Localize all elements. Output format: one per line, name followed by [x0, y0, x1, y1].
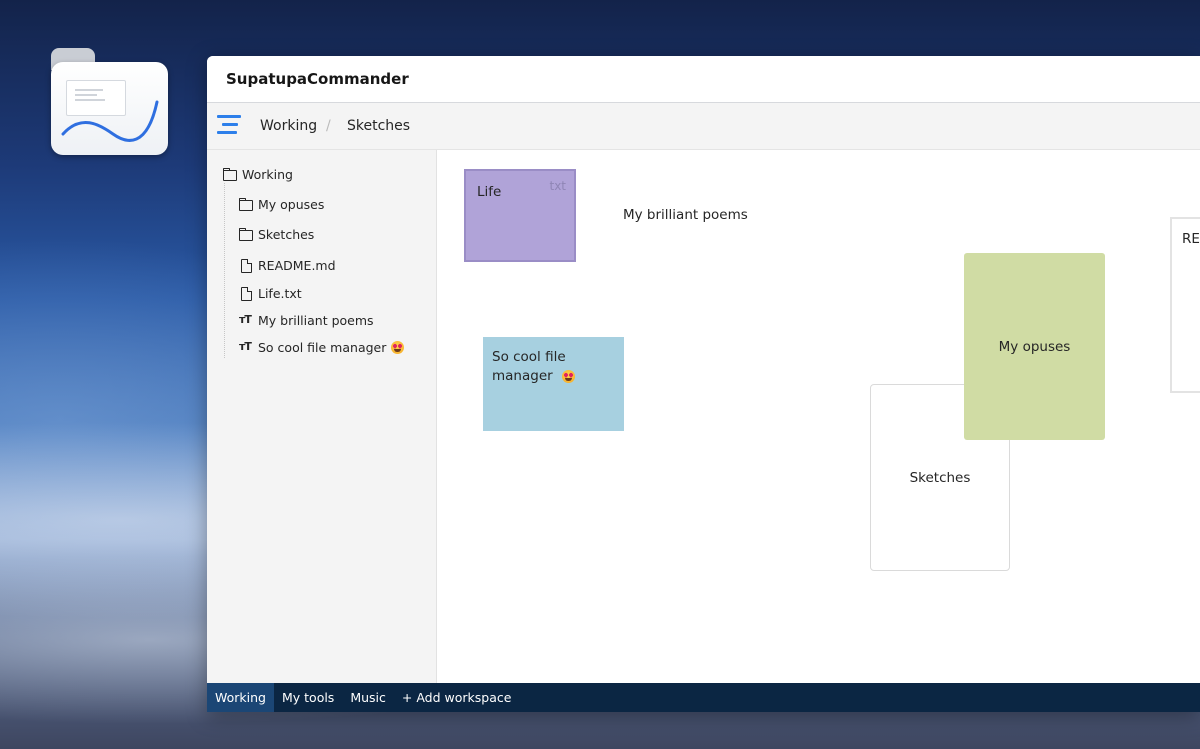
card-name: Life: [477, 184, 502, 200]
wave-icon: [61, 100, 159, 142]
add-workspace-button[interactable]: + Add workspace: [394, 683, 520, 712]
tree-item-my-brilliant-poems[interactable]: ᴛT My brilliant poems: [239, 310, 374, 330]
workspace-tab-music[interactable]: Music: [342, 683, 394, 712]
star-struck-emoji-icon: [561, 369, 575, 383]
tree-item-label: README.md: [258, 257, 336, 273]
tree-item-so-cool-file-manager[interactable]: ᴛT So cool file manager: [239, 337, 405, 357]
text-icon: ᴛT: [239, 313, 252, 326]
workspace-tab-my-tools[interactable]: My tools: [274, 683, 342, 712]
canvas[interactable]: Life txt My brilliant poems README md So…: [437, 150, 1200, 683]
card-my-opuses[interactable]: My opuses: [964, 253, 1105, 440]
tree-item-working[interactable]: Working: [223, 164, 293, 184]
card-name: Sketches: [909, 469, 971, 486]
card-so-cool-file-manager[interactable]: So cool file manager: [483, 337, 624, 431]
tree-item-sketches[interactable]: Sketches: [239, 224, 314, 244]
star-struck-emoji-icon: [391, 340, 405, 354]
tree-item-readme[interactable]: README.md: [239, 255, 336, 275]
workspace-bar: Working My tools Music + Add workspace: [207, 683, 1200, 712]
tree-item-label: My brilliant poems: [258, 312, 374, 328]
menu-icon[interactable]: [217, 115, 243, 137]
card-extension: txt: [549, 179, 566, 193]
folder-open-icon: [223, 167, 237, 181]
card-name: So cool file manager: [492, 349, 566, 384]
card-my-brilliant-poems[interactable]: My brilliant poems: [623, 207, 748, 223]
file-icon: [239, 286, 253, 301]
text-icon: ᴛT: [239, 340, 252, 353]
card-name: My opuses: [998, 338, 1071, 355]
tree-item-label: Working: [242, 166, 293, 182]
tree-item-life[interactable]: Life.txt: [239, 283, 302, 303]
breadcrumb-separator: /: [326, 118, 331, 134]
tree-guide-line: [224, 183, 225, 358]
tree-item-label: Sketches: [258, 226, 315, 242]
desktop: SupatupaCommander Working / Sketches Wor…: [0, 0, 1200, 749]
file-manager-app-icon[interactable]: [51, 48, 168, 156]
card-name: My brilliant poems: [623, 207, 748, 223]
folder-icon: [239, 227, 253, 241]
file-icon: [239, 258, 253, 273]
folder-icon: [239, 197, 253, 211]
card-readme[interactable]: README md: [1170, 217, 1200, 393]
breadcrumb-working[interactable]: Working: [260, 118, 317, 134]
tree-item-label: Life.txt: [258, 285, 302, 301]
workspace-tab-working[interactable]: Working: [207, 683, 274, 712]
title-bar[interactable]: SupatupaCommander: [207, 56, 1200, 103]
card-name: README: [1182, 231, 1200, 247]
card-life[interactable]: Life txt: [464, 169, 576, 262]
window-title: SupatupaCommander: [226, 70, 409, 88]
folder-body: [51, 62, 168, 155]
tree-item-label: My opuses: [258, 196, 325, 212]
sidebar-tree: Working My opuses Sketches README.md Lif…: [207, 150, 437, 683]
breadcrumb-sketches[interactable]: Sketches: [347, 118, 410, 134]
app-window: SupatupaCommander Working / Sketches Wor…: [207, 56, 1200, 712]
tree-item-label: So cool file manager: [258, 339, 387, 355]
card-name-wrap: So cool file manager: [492, 348, 592, 386]
toolbar: Working / Sketches: [207, 103, 1200, 150]
tree-item-my-opuses[interactable]: My opuses: [239, 194, 324, 214]
